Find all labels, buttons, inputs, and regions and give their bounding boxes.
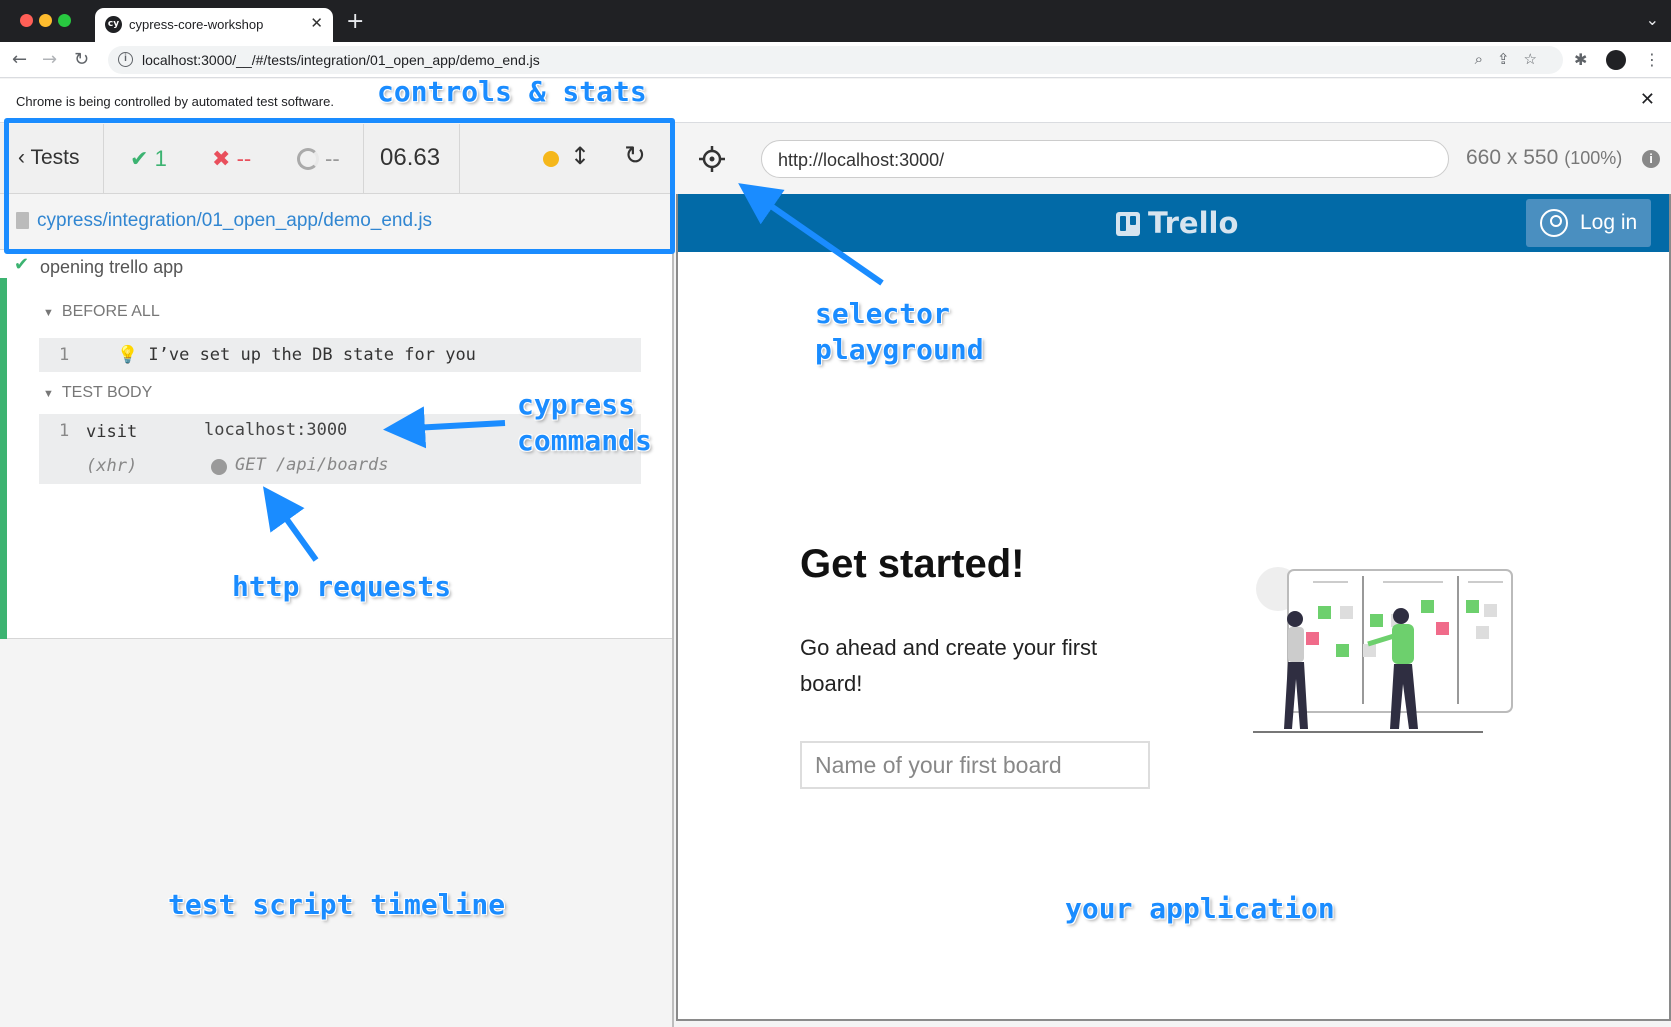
screen: cy cypress-core-workshop ✕ + ⌄ ← → ↻ i l…	[0, 0, 1671, 1027]
caret-down-icon: ▼	[43, 307, 54, 319]
passed-check-icon: ✔	[14, 254, 30, 275]
suite-title[interactable]: opening trello app	[40, 257, 183, 278]
controls-stats-highlight	[4, 118, 675, 254]
command-number: 1	[59, 421, 70, 441]
command-name: visit	[86, 422, 138, 442]
forward-icon[interactable]: →	[42, 49, 57, 70]
command-message: 💡 I’ve set up the DB state for you	[117, 345, 476, 365]
command-arg: localhost:3000	[204, 420, 348, 440]
browser-toolbar: ← → ↻ i localhost:3000/__/#/tests/integr…	[0, 42, 1671, 78]
site-info-icon[interactable]: i	[118, 52, 133, 67]
test-script-timeline-annotation: test script timeline	[168, 888, 506, 921]
address-bar[interactable]: i localhost:3000/__/#/tests/integration/…	[108, 46, 1563, 74]
command-name: (xhr)	[86, 456, 138, 476]
user-circle-icon	[1540, 209, 1568, 237]
cypress-commands-annotation: cypress commands	[517, 388, 652, 457]
passed-indicator-bar	[0, 278, 7, 639]
aut-url-text: http://localhost:3000/	[778, 150, 945, 170]
address-url[interactable]: localhost:3000/__/#/tests/integration/01…	[142, 52, 540, 68]
maximize-window-button[interactable]	[58, 14, 71, 27]
your-application-annotation: your application	[1065, 892, 1335, 925]
before-all-hook-toggle[interactable]: ▼ BEFORE ALL	[43, 303, 160, 321]
close-window-button[interactable]	[20, 14, 33, 27]
reload-icon[interactable]: ↻	[74, 49, 89, 70]
extensions-icon[interactable]: ✱	[1574, 50, 1587, 69]
minimize-window-button[interactable]	[39, 14, 52, 27]
infobar-text: Chrome is being controlled by automated …	[16, 94, 334, 109]
login-label: Log in	[1580, 211, 1638, 234]
aut-url-bar[interactable]: http://localhost:3000/	[761, 140, 1449, 178]
trello-board-icon	[1116, 212, 1140, 236]
trello-logo[interactable]: Trello	[1116, 206, 1238, 240]
viewport-size: 660 x 550 (100%)	[1466, 146, 1623, 169]
profile-avatar-icon[interactable]	[1606, 50, 1626, 70]
cypress-favicon-icon: cy	[105, 16, 122, 33]
back-icon[interactable]: ←	[12, 49, 27, 70]
infobar-close-icon[interactable]: ✕	[1640, 89, 1655, 110]
app-header: Trello Log in	[678, 194, 1669, 252]
selector-playground-annotation: selector playground	[815, 297, 984, 366]
browser-tab[interactable]: cy cypress-core-workshop ✕	[95, 8, 333, 42]
controls-stats-annotation: controls & stats	[377, 75, 647, 108]
get-started-subtext: Go ahead and create your first board!	[800, 635, 1098, 696]
viewport-info-icon[interactable]: i	[1642, 150, 1660, 168]
login-button[interactable]: Log in	[1526, 199, 1651, 247]
http-requests-annotation: http requests	[232, 570, 452, 603]
browser-menu-icon[interactable]: ⋮	[1644, 50, 1660, 69]
kanban-illustration	[1253, 567, 1513, 733]
pending-request-dot-icon	[211, 459, 227, 475]
tab-close-icon[interactable]: ✕	[310, 14, 323, 32]
browser-titlebar: cy cypress-core-workshop ✕ + ⌄	[0, 0, 1671, 42]
get-started-heading: Get started!	[800, 542, 1025, 586]
caret-down-icon: ▼	[43, 388, 54, 400]
new-tab-icon[interactable]: +	[346, 9, 364, 34]
command-arg: GET /api/boards	[235, 455, 389, 475]
command-row[interactable]: 1 💡 I’ve set up the DB state for you	[39, 338, 641, 372]
address-actions-icons[interactable]: ⌕⇪☆	[1475, 50, 1551, 68]
test-body-toggle[interactable]: ▼ TEST BODY	[43, 384, 152, 402]
command-number: 1	[59, 345, 70, 365]
selector-playground-crosshair-icon[interactable]	[699, 146, 725, 172]
tab-search-chevron-icon[interactable]: ⌄	[1646, 10, 1659, 29]
tab-title: cypress-core-workshop	[129, 17, 264, 32]
automation-infobar: Chrome is being controlled by automated …	[0, 79, 1671, 123]
aut-header: http://localhost:3000/ 660 x 550 (100%) i	[676, 124, 1671, 194]
first-board-name-input[interactable]	[800, 741, 1150, 789]
